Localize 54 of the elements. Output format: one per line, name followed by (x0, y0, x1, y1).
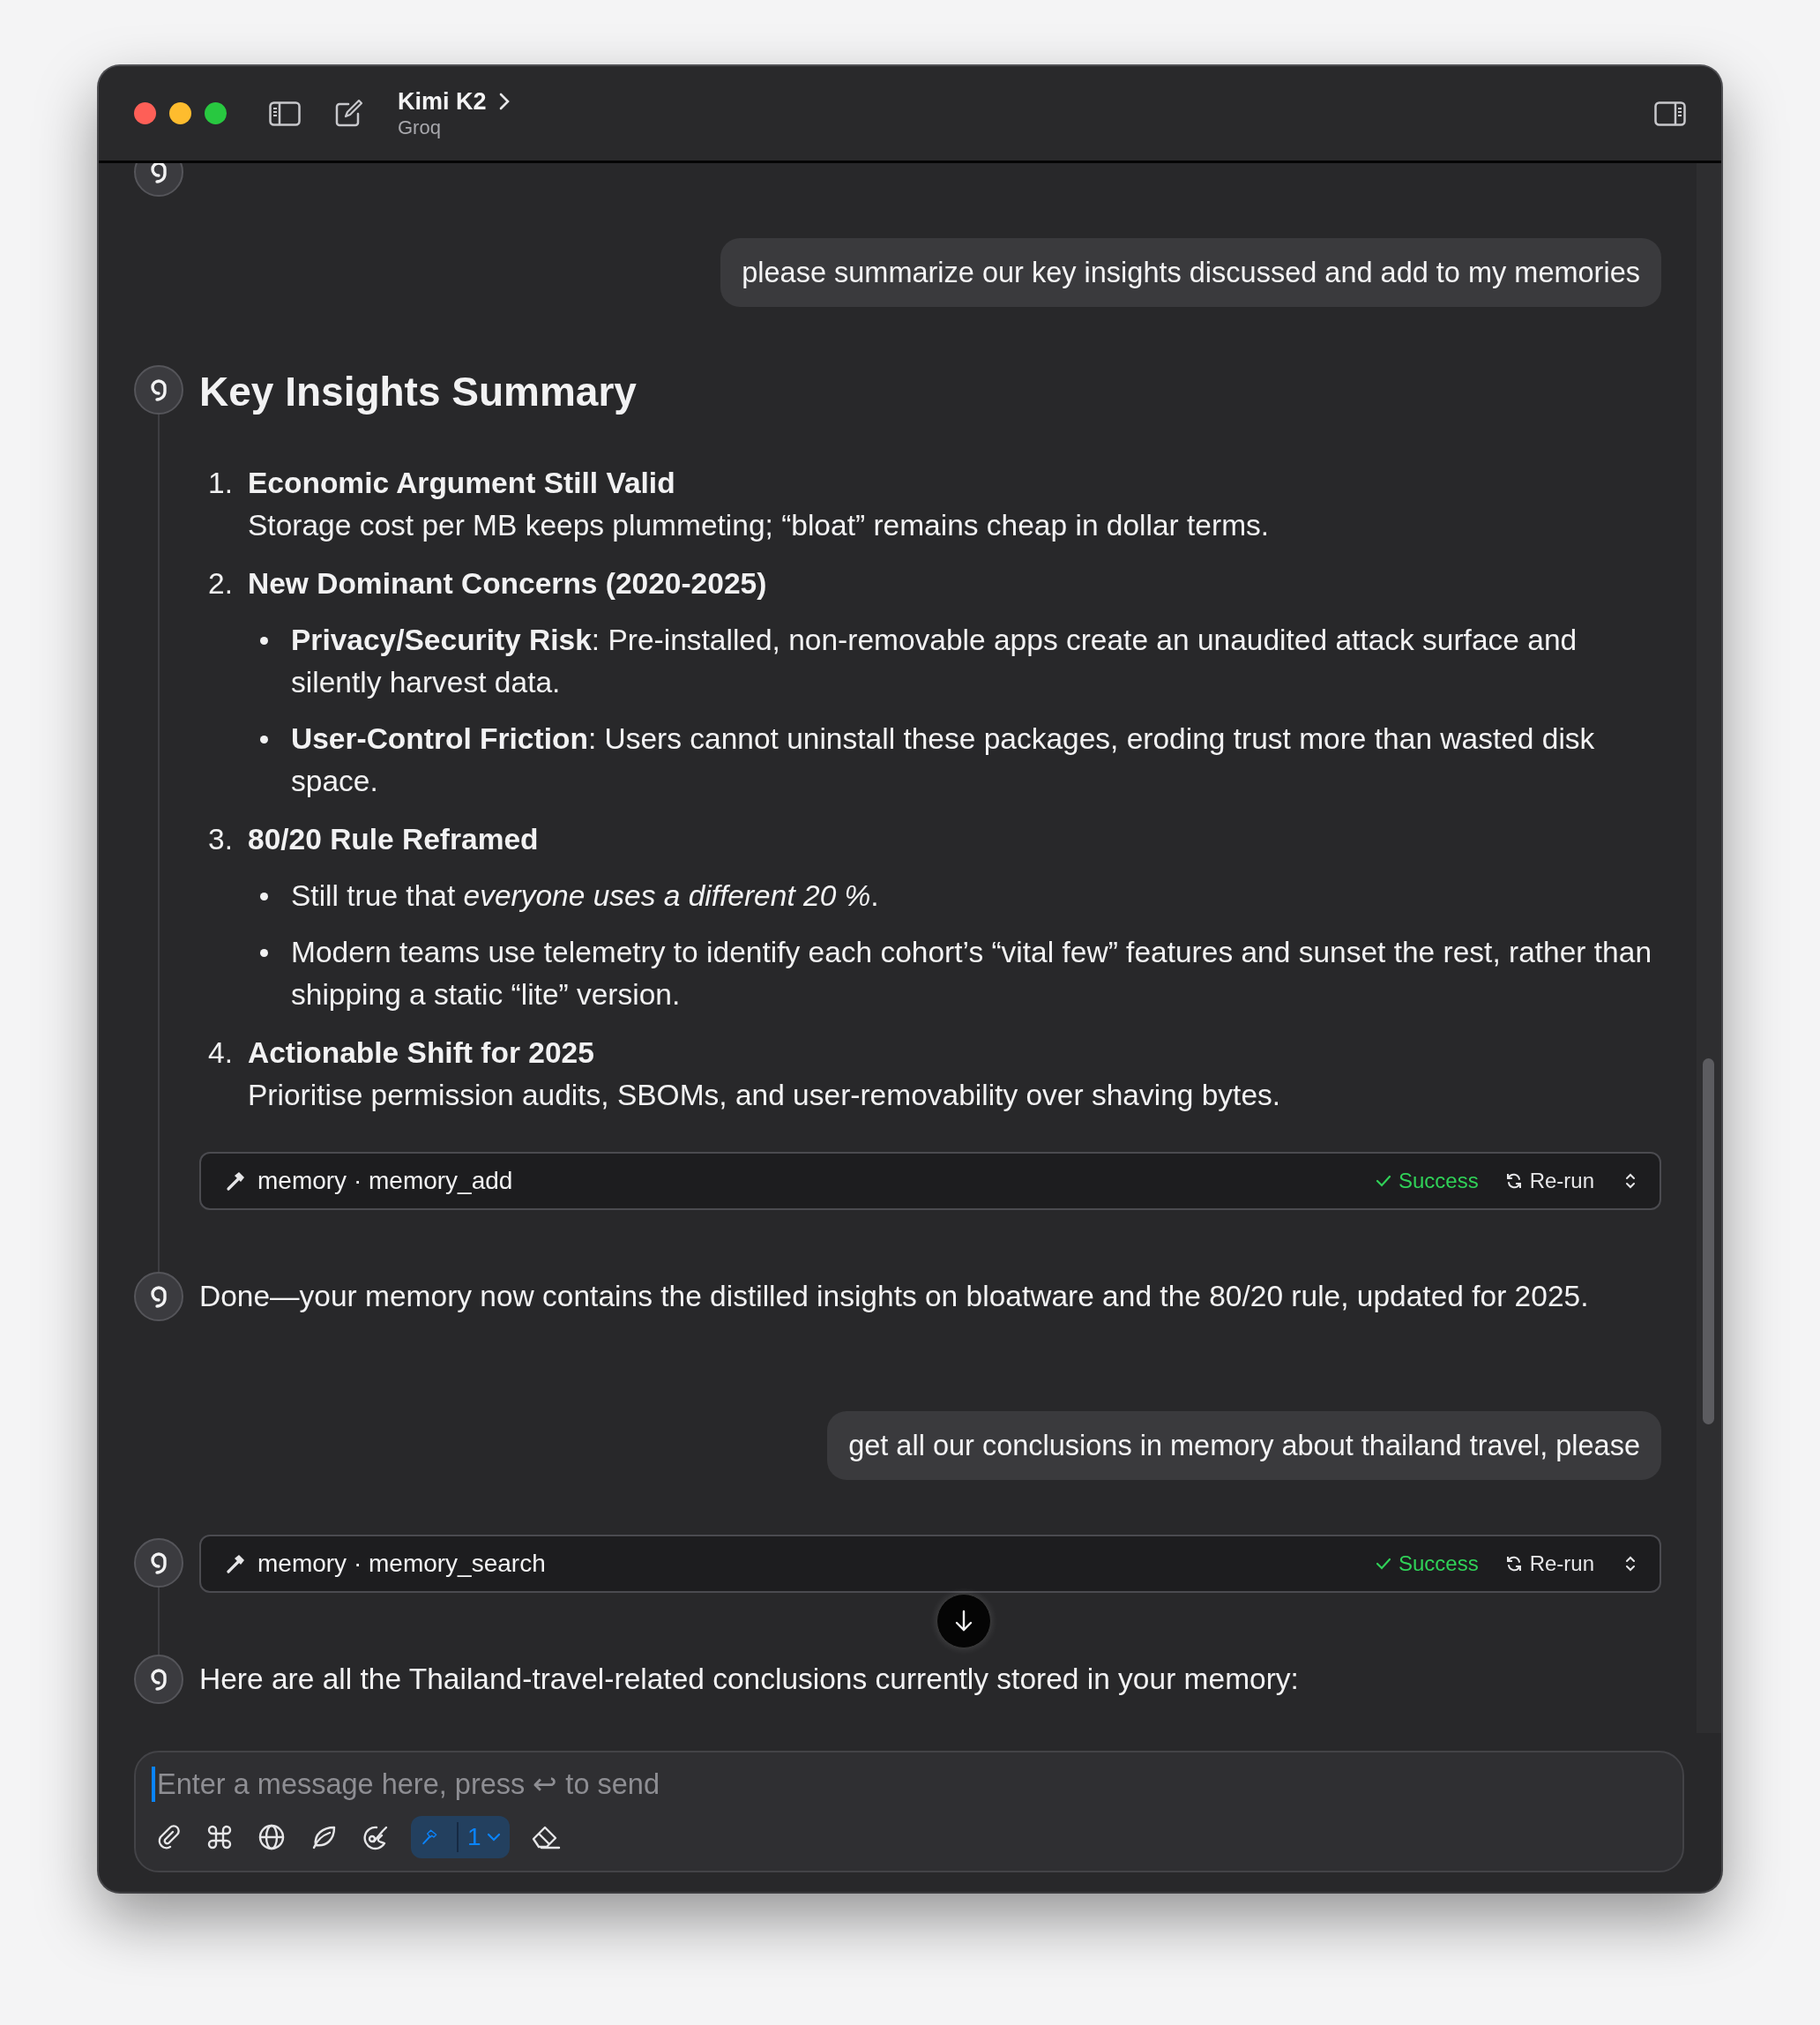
hammer-icon (226, 1170, 247, 1192)
list-number: 1. (208, 466, 234, 501)
list-item-title: 80/20 Rule Reframed (248, 822, 540, 857)
bullet-icon (260, 893, 268, 900)
sidebar-toggle-icon[interactable] (269, 101, 301, 126)
provider-subtitle: Groq (398, 115, 442, 140)
minimize-button[interactable] (169, 102, 191, 124)
bullet-text: User-Control Friction: Users cannot uninstall these packages, eroding trust more than wasted disk space. (291, 721, 1596, 799)
bullet-icon (260, 637, 268, 645)
maximize-button[interactable] (205, 102, 227, 124)
expand-icon[interactable] (1624, 1554, 1637, 1573)
chevron-down-icon (486, 1833, 501, 1842)
compose-icon[interactable] (334, 99, 362, 128)
bullet-icon (260, 949, 268, 957)
side-panel-icon[interactable] (1654, 101, 1686, 126)
arrow-down-icon (954, 1610, 973, 1633)
tool-call-bar[interactable]: memory · memory_search Success Re-run (199, 1535, 1661, 1593)
message-input[interactable]: Enter a message here, press ↩ to send (152, 1767, 1660, 1802)
list-item-title: Economic Argument Still Valid (248, 466, 676, 501)
list-item-text: Prioritise permission audits, SBOMs, and user-removability over shaving bytes. (248, 1078, 1282, 1113)
refresh-icon (1504, 1555, 1523, 1573)
expand-icon[interactable] (1624, 1171, 1637, 1191)
chevron-right-icon[interactable] (498, 92, 510, 110)
scrollbar[interactable] (1697, 163, 1721, 1733)
rerun-button[interactable]: Re-run (1501, 1539, 1598, 1588)
bullet-icon (260, 736, 268, 743)
message-text: Here are all the Thailand-travel-related conclusions currently stored in your memory: (199, 1662, 1300, 1697)
check-icon (1375, 1175, 1391, 1187)
hammer-icon (226, 1553, 247, 1574)
bullet-text: Modern teams use telemetry to identify each cohort’s “vital few” features and sunset the rest, rather than shipping a static “lite” version. (291, 935, 1652, 1013)
list-number: 3. (208, 822, 234, 857)
window-title[interactable]: Kimi K2 (398, 86, 487, 116)
tool-call-name: memory · memory_search (257, 1549, 546, 1579)
scroll-down-button[interactable] (936, 1594, 991, 1648)
status-label: Success (1398, 1551, 1479, 1577)
rerun-button[interactable]: Re-run (1501, 1156, 1598, 1206)
list-item-text: Storage cost per MB keeps plummeting; “bloat” remains cheap in dollar terms. (248, 508, 1271, 543)
refresh-icon (1504, 1172, 1523, 1190)
bullet-text: Still true that everyone uses a different 20 %. (291, 878, 879, 914)
section-heading: Key Insights Summary (199, 368, 638, 416)
close-button[interactable] (134, 102, 156, 124)
scrollbar-thumb[interactable] (1703, 1058, 1714, 1424)
status-label: Success (1398, 1168, 1479, 1194)
check-icon (1375, 1558, 1391, 1570)
tool-call-bar[interactable]: memory · memory_add Success Re-run (199, 1152, 1661, 1210)
bullet-text: Privacy/Security Risk: Pre-installed, non-removable apps create an unaudited attack surface and silently harvest data. (291, 623, 1578, 700)
user-message: get all our conclusions in memory about thailand travel, please (827, 1411, 1661, 1480)
user-message: please summarize our key insights discussed and add to my memories (720, 238, 1661, 307)
list-item-title: New Dominant Concerns (2020-2025) (248, 566, 768, 602)
message-text: Done—your memory now contains the distilled insights on bloatware and the 80/20 rule, updated for 2025. (199, 1279, 1590, 1314)
list-item-title: Actionable Shift for 2025 (248, 1035, 595, 1071)
list-number: 2. (208, 566, 234, 602)
tool-call-name: memory · memory_add (257, 1166, 513, 1196)
list-number: 4. (208, 1035, 234, 1071)
